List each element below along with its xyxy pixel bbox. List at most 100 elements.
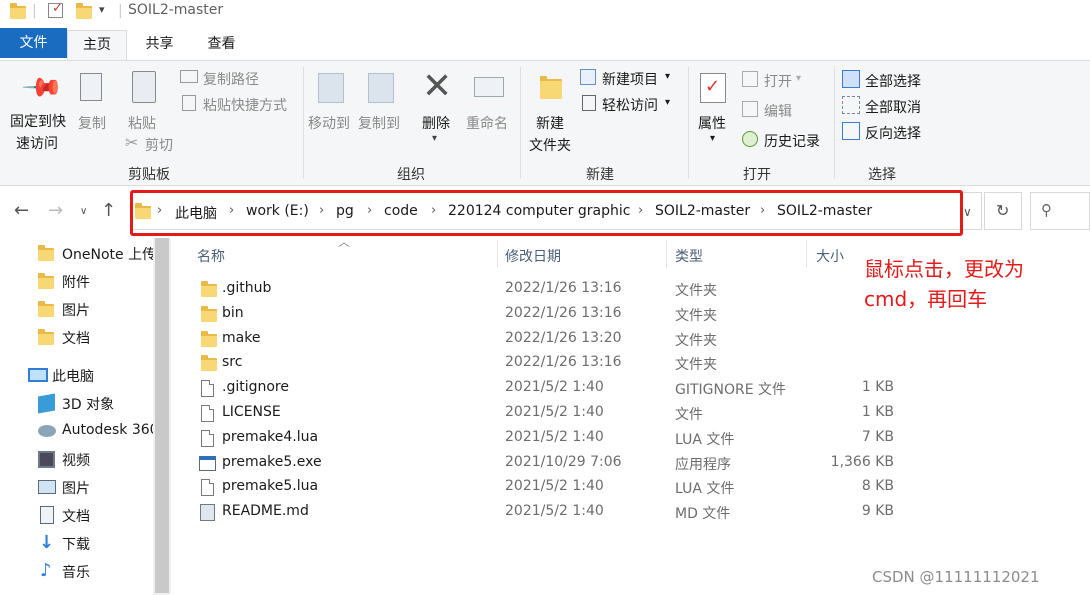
paste-shortcut-button[interactable]: 粘贴快捷方式	[180, 93, 296, 115]
file-row[interactable]: .github 2022/1/26 13:16 文件夹	[192, 278, 912, 302]
annotation-line-2: cmd，再回车	[864, 287, 988, 311]
breadcrumb-soil2[interactable]: SOIL2-master	[655, 203, 750, 219]
new-item-icon	[580, 69, 596, 85]
copy-button[interactable]: 复制	[74, 65, 114, 135]
file-list: .github 2022/1/26 13:16 文件夹 bin 2022/1/26 13…	[0, 278, 1090, 538]
breadcrumb-pg[interactable]: pg	[336, 203, 354, 219]
file-type: GITIGNORE 文件	[675, 382, 787, 399]
easy-access-button[interactable]: 轻松访问 ▾	[580, 93, 676, 115]
delete-icon: ✕	[422, 66, 453, 107]
properties-button[interactable]: ✓ 属性 ▾	[694, 65, 734, 155]
history-button[interactable]: 历史记录	[742, 129, 832, 151]
file-name: premake5.exe	[222, 453, 322, 470]
file-row[interactable]: premake4.lua 2021/5/2 1:40 LUA 文件 7 KB	[192, 427, 912, 451]
cut-label: 剪切	[145, 138, 173, 154]
group-label-select: 选择	[868, 167, 896, 183]
md-icon	[200, 504, 215, 522]
file-date: 2022/1/26 13:16	[505, 354, 622, 371]
copy-path-button[interactable]: 复制路径	[180, 67, 290, 89]
move-to-label: 移动到	[308, 116, 350, 132]
properties-quick-icon[interactable]: ✓	[48, 1, 63, 18]
tab-file[interactable]: 文件	[0, 28, 67, 58]
back-arrow-icon[interactable]: ←	[14, 200, 29, 221]
address-row: ← → ∨ ↑ › 此电脑 › work (E:) › pg › code › …	[0, 186, 1090, 238]
folder-icon	[135, 203, 151, 219]
folder-icon	[201, 281, 217, 297]
forward-arrow-icon[interactable]: →	[48, 200, 63, 221]
edit-icon	[742, 101, 758, 117]
select-all-label: 全部选择	[865, 74, 921, 90]
folder-icon	[201, 355, 217, 372]
refresh-button[interactable]: ↻	[984, 192, 1022, 230]
recent-locations-chevron-icon[interactable]: ∨	[80, 206, 87, 217]
copy-to-button[interactable]: 复制到	[358, 65, 408, 135]
column-header-size[interactable]: 大小	[816, 246, 844, 266]
chevron-down-icon: ▾	[665, 71, 671, 82]
tab-view[interactable]: 查看	[194, 30, 249, 60]
tab-home[interactable]: 主页	[67, 30, 127, 60]
column-header-name[interactable]: 名称	[197, 246, 225, 266]
address-bar[interactable]: › 此电脑 › work (E:) › pg › code › 220124 c…	[130, 192, 982, 230]
edit-label: 编辑	[764, 104, 792, 120]
new-folder-quick-icon[interactable]	[76, 3, 92, 19]
column-divider[interactable]	[497, 240, 498, 268]
delete-button[interactable]: ✕ 删除 ▾	[418, 65, 460, 145]
file-row[interactable]: .gitignore 2021/5/2 1:40 GITIGNORE 文件 1 KB	[192, 377, 912, 401]
breadcrumb-soil2-current[interactable]: SOIL2-master	[777, 203, 872, 219]
file-icon	[201, 429, 214, 447]
breadcrumb-this-pc[interactable]: 此电脑	[175, 203, 217, 223]
search-input[interactable]: ⚲	[1030, 192, 1090, 230]
file-date: 2021/5/2 1:40	[505, 379, 604, 396]
sidebar-item-label: 音乐	[62, 565, 90, 581]
file-row[interactable]: make 2022/1/26 13:20 文件夹	[192, 328, 912, 352]
file-date: 2021/5/2 1:40	[505, 404, 604, 420]
new-folder-label: 新建	[536, 116, 564, 132]
paste-shortcut-label: 粘贴快捷方式	[203, 98, 287, 114]
tab-share[interactable]: 共享	[132, 30, 187, 60]
edit-button[interactable]: 编辑	[742, 99, 812, 121]
move-to-button[interactable]: 移动到	[308, 65, 358, 135]
file-row[interactable]: premake5.lua 2021/5/2 1:40 LUA 文件 8 KB	[192, 476, 912, 500]
new-folder-button[interactable]: 新建 文件夹	[526, 65, 576, 155]
breadcrumb-drive[interactable]: work (E:)	[246, 203, 309, 219]
new-item-button[interactable]: 新建项目 ▾	[580, 67, 676, 89]
column-header-type[interactable]: 类型	[675, 246, 703, 266]
customize-toolbar-icon[interactable]: ▾	[99, 3, 105, 16]
file-type: 文件夹	[675, 357, 717, 374]
invert-selection-label: 反向选择	[865, 126, 921, 142]
copy-path-label: 复制路径	[203, 72, 259, 88]
up-arrow-icon[interactable]: ↑	[101, 200, 116, 221]
file-row[interactable]: bin 2022/1/26 13:16 文件夹	[192, 303, 912, 327]
select-all-button[interactable]: 全部选择	[842, 69, 932, 91]
chevron-down-icon: ▾	[665, 97, 671, 108]
paste-shortcut-icon	[182, 95, 196, 111]
rename-button[interactable]: 重命名	[466, 65, 514, 135]
column-divider[interactable]	[666, 240, 667, 268]
invert-selection-button[interactable]: 反向选择	[842, 121, 932, 143]
file-row[interactable]: LICENSE 2021/5/2 1:40 文件 1 KB	[192, 402, 912, 426]
file-date: 2022/1/26 13:16	[505, 304, 622, 321]
new-item-label: 新建项目	[602, 72, 658, 88]
scissors-icon: ✂	[125, 133, 139, 152]
file-row[interactable]: src 2022/1/26 13:16 文件夹	[192, 352, 912, 376]
pin-quick-access-button[interactable]: 📌 固定到快 速访问	[8, 65, 70, 155]
column-divider[interactable]	[806, 240, 807, 268]
address-dropdown-chevron-icon[interactable]: ∨	[963, 205, 972, 219]
separator: |	[118, 3, 123, 19]
paste-button[interactable]: 粘贴	[124, 65, 168, 135]
file-row[interactable]: README.md 2021/5/2 1:40 MD 文件 9 KB	[192, 501, 912, 525]
file-row[interactable]: premake5.exe 2021/10/29 7:06 应用程序 1,366 KB	[192, 452, 912, 476]
file-type: 文件夹	[675, 307, 717, 324]
breadcrumb-code[interactable]: code	[384, 203, 418, 219]
breadcrumb-project[interactable]: 220124 computer graphic	[448, 203, 630, 219]
separator: |	[32, 3, 37, 19]
watermark: CSDN @11111112021	[872, 568, 1040, 586]
refresh-icon: ↻	[996, 201, 1010, 220]
open-button[interactable]: 打开 ▾	[742, 69, 812, 91]
easy-access-label: 轻松访问	[602, 98, 658, 114]
chevron-right-icon: ›	[431, 203, 437, 218]
pin-label-2: 速访问	[16, 136, 58, 152]
select-none-button[interactable]: 全部取消	[842, 95, 932, 117]
column-header-date[interactable]: 修改日期	[505, 246, 561, 266]
cut-button[interactable]: ✂ 剪切	[125, 133, 185, 155]
